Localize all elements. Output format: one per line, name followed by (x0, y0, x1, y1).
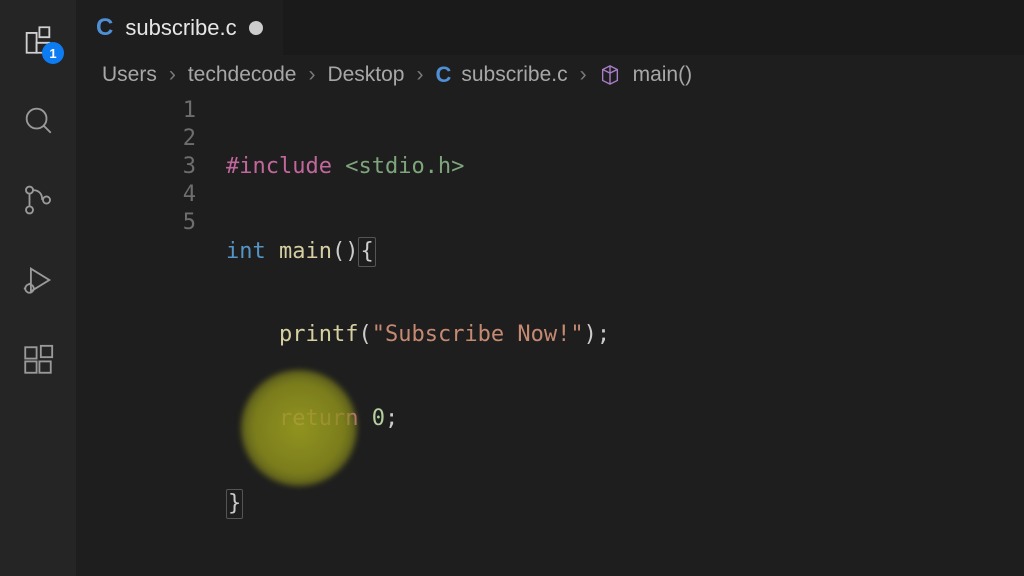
line-number: 3 (76, 153, 226, 181)
source-control-icon[interactable] (20, 182, 56, 218)
breadcrumb[interactable]: Users › techdecode › Desktop › C subscri… (76, 55, 1024, 95)
breadcrumb-seg[interactable]: techdecode (188, 63, 297, 87)
breadcrumb-file[interactable]: subscribe.c (461, 63, 567, 87)
chevron-right-icon: › (169, 63, 176, 87)
code-body[interactable]: #include <stdio.h> int main(){ printf("S… (226, 95, 1024, 576)
line-gutter: 1 2 3 4 5 (76, 95, 226, 576)
breadcrumb-symbol[interactable]: main() (633, 63, 693, 87)
tab-filename: subscribe.c (125, 15, 236, 41)
app-root: 1 C (0, 0, 1024, 576)
line-number: 1 (76, 97, 226, 125)
c-file-icon: C (96, 14, 113, 42)
editor-tab[interactable]: C subscribe.c (76, 0, 283, 55)
code-line[interactable]: } (226, 489, 1024, 517)
code-line[interactable]: return 0; (226, 405, 1024, 433)
code-editor[interactable]: 1 2 3 4 5 #include <stdio.h> int main(){… (76, 95, 1024, 576)
line-number: 5 (76, 209, 226, 237)
line-number: 2 (76, 125, 226, 153)
code-line[interactable]: #include <stdio.h> (226, 153, 1024, 181)
explorer-badge: 1 (42, 42, 64, 64)
tab-strip: C subscribe.c (76, 0, 1024, 55)
run-debug-icon[interactable] (20, 262, 56, 298)
explorer-icon[interactable]: 1 (20, 22, 56, 58)
main-area: C subscribe.c Users › techdecode › Deskt… (76, 0, 1024, 576)
c-file-icon: C (435, 62, 451, 88)
unsaved-dot-icon (249, 21, 263, 35)
chevron-right-icon: › (416, 63, 423, 87)
activity-bar: 1 (0, 0, 76, 576)
chevron-right-icon: › (308, 63, 315, 87)
search-icon[interactable] (20, 102, 56, 138)
extensions-icon[interactable] (20, 342, 56, 378)
code-line[interactable]: printf("Subscribe Now!"); (226, 321, 1024, 349)
chevron-right-icon: › (580, 63, 587, 87)
code-line[interactable]: int main(){ (226, 237, 1024, 265)
breadcrumb-seg[interactable]: Users (102, 63, 157, 87)
line-number: 4 (76, 181, 226, 209)
symbol-method-icon (599, 64, 621, 86)
breadcrumb-seg[interactable]: Desktop (327, 63, 404, 87)
